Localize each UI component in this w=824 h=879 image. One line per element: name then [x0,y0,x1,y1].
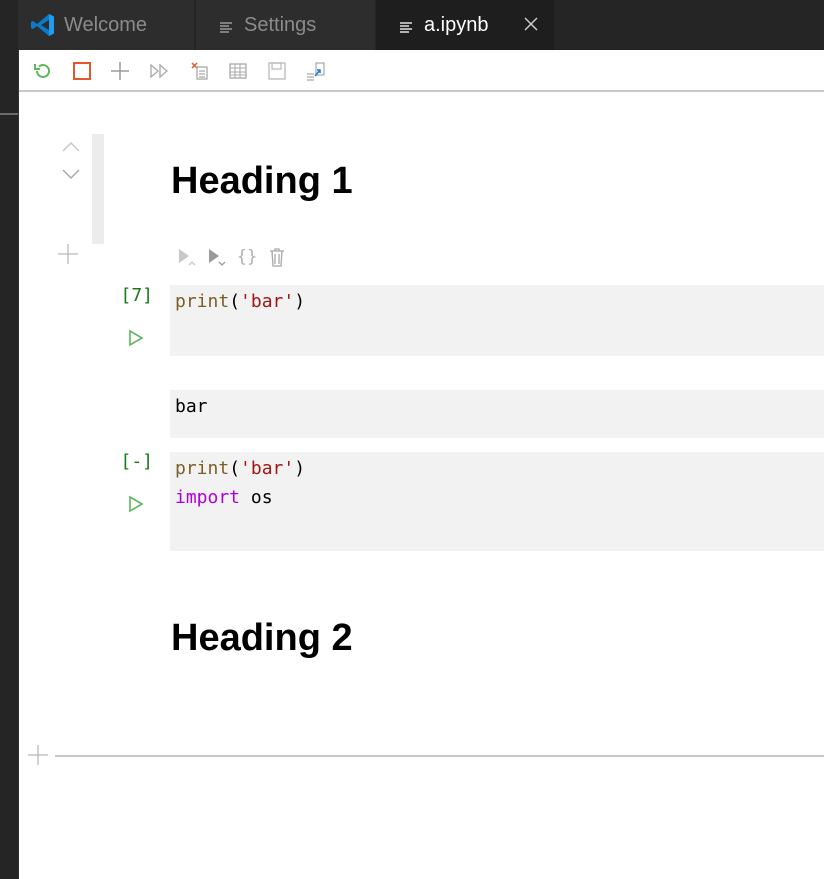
tab-settings[interactable]: Settings [196,0,375,50]
add-cell-icon[interactable] [108,60,132,82]
file-lines-icon [400,18,414,33]
code-token: import [175,487,241,508]
activity-strip [0,0,19,879]
cell-toolbar: {} [175,244,289,270]
tab-bar-empty [555,0,824,50]
run-all-icon[interactable] [148,60,172,82]
run-cell-icon[interactable] [127,329,145,347]
close-icon[interactable] [520,13,542,35]
run-below-icon[interactable] [205,245,229,269]
code-token: os [240,487,273,508]
heading-2: Heading 2 [171,617,353,659]
restart-kernel-icon[interactable] [31,60,55,82]
notebook-toolbar [19,50,824,92]
save-icon[interactable] [265,60,289,82]
delete-icon[interactable] [265,245,289,269]
add-cell-plus-icon[interactable] [27,744,49,766]
notebook-editor: Heading 1 {} [7] print('bar') bar [-] pr… [19,92,824,879]
cell-output: bar [170,390,824,438]
code-token: ) [294,458,306,479]
add-cell-plus-icon[interactable] [57,243,79,265]
tab-label: Settings [244,13,317,36]
run-above-icon[interactable] [175,245,199,269]
cell-divider [55,755,824,757]
chevron-up-icon[interactable] [61,139,81,153]
file-lines-icon [220,18,234,33]
code-cell-editor[interactable]: print('bar') [170,285,824,356]
code-cell-editor[interactable]: print('bar') import os [170,452,824,551]
activity-indicator [0,113,18,115]
code-token: print [175,458,230,479]
tab-bar: Welcome Settings a.ipynb [18,0,824,50]
tab-a-ipynb[interactable]: a.ipynb [376,0,554,50]
export-icon[interactable] [304,60,328,82]
chevron-down-icon[interactable] [61,166,81,180]
code-token: ) [294,291,306,312]
variables-icon[interactable] [226,60,250,82]
heading-1: Heading 1 [171,160,353,202]
tab-label: Welcome [64,13,147,36]
code-token: print [175,291,230,312]
vscode-logo-icon [30,12,56,38]
clear-outputs-icon[interactable] [188,60,212,82]
execution-count: [-] [120,451,153,472]
execution-count: [7] [120,285,153,306]
run-cell-icon[interactable] [127,495,145,513]
tab-label: a.ipynb [424,13,489,36]
code-token: ( [229,458,241,479]
change-cell-type-icon[interactable]: {} [235,245,259,269]
code-token: ( [229,291,241,312]
tab-welcome[interactable]: Welcome [18,0,195,50]
interrupt-kernel-icon[interactable] [70,60,94,82]
code-token: 'bar' [240,291,295,312]
code-token: 'bar' [240,458,295,479]
selected-cell-indicator [92,134,104,244]
